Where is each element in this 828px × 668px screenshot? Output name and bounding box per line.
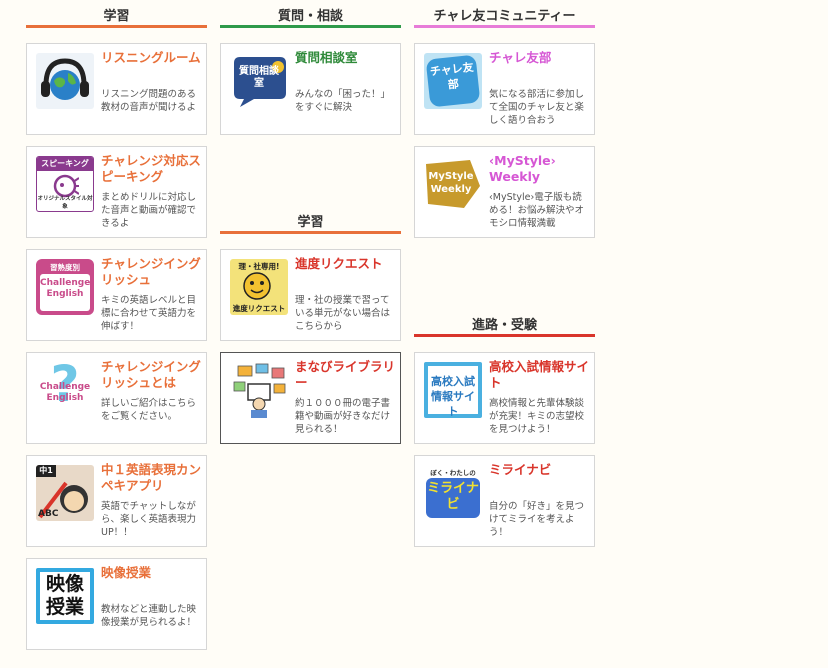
card-title: 質問相談室 (295, 50, 358, 65)
card-description: 高校情報と先輩体験談が充実！キミの志望校を見つけよう！ (489, 398, 585, 435)
card-title: ミライナビ (489, 462, 552, 477)
card-description: まとめドリルに対応した音声と動画が確認できるよ (101, 192, 197, 229)
thumb-mystyle-label: MyStyle Weekly (428, 171, 474, 195)
question-mark-icon: ? Challenge English (36, 362, 94, 418)
card-progress-request[interactable]: 理・社専用! 進度リクエスト 進度リクエスト 理・社の授業で習っている単元がない… (220, 249, 401, 341)
card-description: 気になる部活に参加して全国のチャレ友と楽しく語り合おう (489, 89, 585, 126)
card-title: チャレンジイングリッシュ (101, 256, 201, 287)
section-heading-career: 進路・受験 (414, 315, 595, 337)
card-grade1-english-app[interactable]: 中1 ABC 中１英語表現カンペキアプリ 英語でチャットしながら、楽しく英語表現… (26, 455, 207, 547)
card-title: 中１英語表現カンペキアプリ (101, 462, 202, 493)
card-challenge-english[interactable]: 習熟度別 Challenge English チャレンジイングリッシュ キミの英… (26, 249, 207, 341)
card-description: 約１０００冊の電子書籍や動画が好きなだけ見られる！ (295, 398, 391, 435)
challenge-english-level-icon: 習熟度別 Challenge English (36, 259, 94, 315)
card-mirai-navi[interactable]: ぼく・わたしの ミライナビ ミライナビ 自分の「好き」を見つけてミライを考えよう… (414, 455, 595, 547)
thumb-question-room-label: 質問相談室 (239, 66, 279, 89)
thumb-grade-label: 中1 (36, 465, 56, 477)
thumb-level-label: 習熟度別 (50, 263, 80, 272)
card-challenge-speaking[interactable]: スピーキング オリジナルスタイル対象 チャレンジ対応スピーキング まとめドリルに… (26, 146, 207, 238)
speech-bubble-icon: 質問相談室 (230, 53, 288, 109)
card-title: まなびライブラリー (295, 359, 396, 390)
card-high-school-exam-info[interactable]: 高校入試情報サイト 高校入試情報サイト 高校情報と先輩体験談が充実！キミの志望校… (414, 352, 595, 444)
card-chaletomo-club[interactable]: チャレ友部 チャレ友部 気になる部活に参加して全国のチャレ友と楽しく語り合おう (414, 43, 595, 135)
progress-request-icon: 理・社専用! 進度リクエスト (230, 259, 288, 315)
card-title: 映像授業 (101, 565, 152, 580)
card-video-lessons[interactable]: 映像授業 映像授業 教材などと連動した映像授業が見られるよ！ (26, 558, 207, 650)
card-description: リスニング問題のある教材の音声が聞けるよ (101, 89, 197, 113)
thumb-chaletomo-label: チャレ友部 (425, 54, 481, 108)
thumb-challenge-english: Challenge English (40, 274, 90, 311)
card-description: 自分の「好き」を見つけてミライを考えよう！ (489, 501, 585, 538)
section-heading-community: チャレ友コミュニティー (414, 6, 595, 28)
card-description: キミの英語レベルと目標に合わせて英語力を伸ばす！ (101, 295, 197, 332)
thumb-speaking-label: スピーキング (37, 157, 93, 171)
mirai-navi-icon: ぼく・わたしの ミライナビ (424, 465, 482, 521)
speaking-icon: スピーキング オリジナルスタイル対象 (36, 156, 94, 212)
exam-info-site-icon: 高校入試情報サイト (424, 362, 482, 418)
card-question-room[interactable]: 質問相談室 質問相談室 みんなの「困った！」をすぐに解決 (220, 43, 401, 135)
thumb-request-label: 進度リクエスト (232, 304, 286, 313)
card-manabi-library[interactable]: まなびライブラリー 約１０００冊の電子書籍や動画が好きなだけ見られる！ (220, 352, 401, 444)
thumb-mirai-sub-label: ぼく・わたしの (430, 469, 476, 477)
mystyle-weekly-icon: MyStyle Weekly (424, 156, 482, 212)
card-description: 英語でチャットしながら、楽しく英語表現力UP！！ (101, 501, 197, 538)
thumb-abc-label: ABC (38, 509, 59, 519)
card-description: ‹MyStyle›電子版も読める！お悩み解決やオモシロ情報満載 (489, 192, 585, 229)
card-title: 進度リクエスト (295, 256, 383, 271)
thumb-challenge-english-label: Challenge English (39, 382, 91, 403)
card-title: チャレンジ対応スピーキング (101, 153, 201, 184)
thumb-mirai-navi-label: ミライナビ (426, 478, 480, 518)
card-about-challenge-english[interactable]: ? Challenge English チャレンジイングリッシュとは 詳しいご紹… (26, 352, 207, 444)
thumb-speaking-sub: オリジナルスタイル対象 (37, 196, 93, 210)
card-title: 高校入試情報サイト (489, 359, 590, 390)
card-title: ‹MyStyle› Weekly (489, 153, 556, 184)
video-lessons-icon: 映像授業 (36, 568, 94, 624)
library-reader-icon (230, 362, 288, 418)
card-title: リスニングルーム (101, 50, 201, 65)
card-description: 教材などと連動した映像授業が見られるよ！ (101, 604, 197, 628)
card-mystyle-weekly[interactable]: MyStyle Weekly ‹MyStyle› Weekly ‹MyStyle… (414, 146, 595, 238)
card-title: チャレンジイングリッシュとは (101, 359, 201, 390)
thumb-video-lessons-label: 映像授業 (40, 572, 90, 620)
english-app-icon: 中1 ABC (36, 465, 94, 521)
thumb-exam-info-label: 高校入試情報サイト (428, 366, 478, 418)
chaletomo-club-icon: チャレ友部 (424, 53, 482, 109)
card-description: みんなの「困った！」をすぐに解決 (295, 89, 391, 113)
card-description: 理・社の授業で習っている単元がない場合はこちらから (295, 295, 391, 332)
section-heading-study-2: 学習 (220, 212, 401, 234)
card-listening-room[interactable]: リスニングルーム リスニング問題のある教材の音声が聞けるよ (26, 43, 207, 135)
card-title: チャレ友部 (489, 50, 552, 65)
card-description: 詳しいご紹介はこちらをご覧ください。 (101, 398, 197, 422)
section-heading-questions: 質問・相談 (220, 6, 401, 28)
section-heading-study: 学習 (26, 6, 207, 28)
headphones-globe-icon (36, 53, 94, 109)
